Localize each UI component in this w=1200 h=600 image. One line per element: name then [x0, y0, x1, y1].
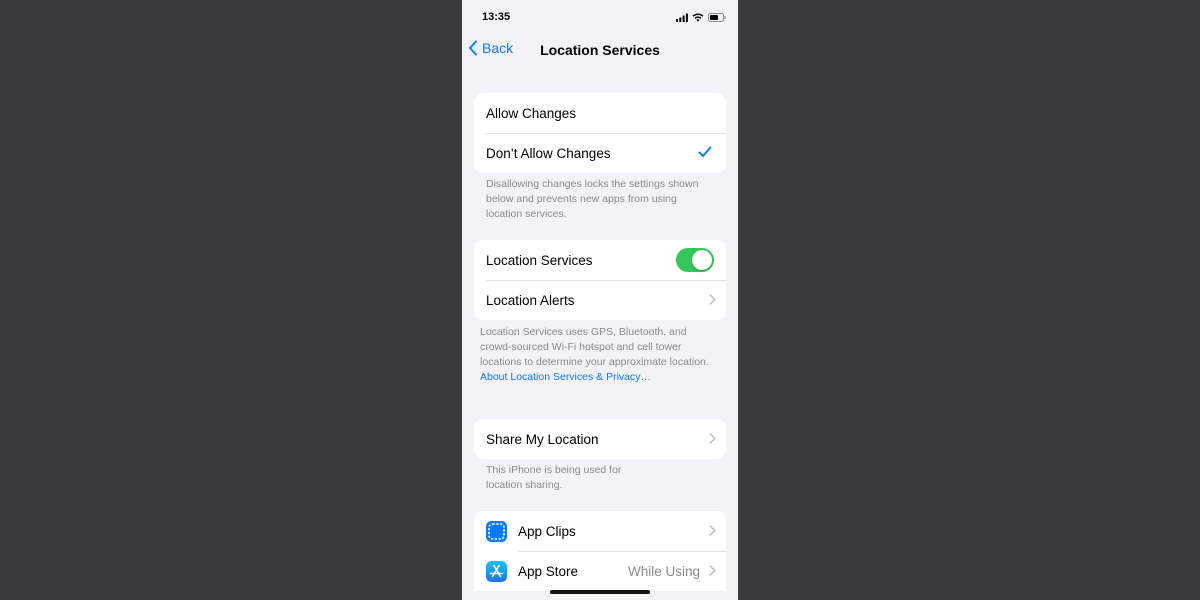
location-alerts-row[interactable]: Location Alerts — [474, 280, 726, 320]
status-bar: 13:35 — [462, 0, 738, 32]
dont-allow-changes-option[interactable]: Don’t Allow Changes — [474, 133, 726, 173]
home-indicator[interactable] — [550, 590, 650, 594]
share-footer: This iPhone is being used for location s… — [486, 464, 622, 491]
changes-group: Allow Changes Don’t Allow Changes — [474, 93, 726, 173]
apps-group: App Clips App Store While Using — [474, 511, 726, 591]
location-alerts-label: Location Alerts — [486, 292, 575, 308]
app-clips-label: App Clips — [518, 523, 576, 539]
location-services-row: Location Services — [474, 240, 726, 280]
chevron-right-icon — [709, 294, 716, 305]
location-services-toggle[interactable] — [676, 248, 714, 272]
location-group: Location Services Location Alerts — [474, 240, 726, 320]
share-group: Share My Location — [474, 419, 726, 459]
checkmark-icon — [698, 146, 712, 157]
wifi-icon — [692, 13, 704, 22]
app-store-permission: While Using — [627, 563, 700, 579]
allow-changes-label: Allow Changes — [486, 105, 577, 121]
app-store-icon — [486, 561, 507, 582]
navigation-bar: Back Location Services — [462, 36, 738, 66]
toggle-knob — [692, 250, 712, 270]
chevron-right-icon — [709, 525, 716, 536]
chevron-right-icon — [709, 433, 716, 444]
chevron-right-icon — [709, 565, 716, 576]
battery-icon — [708, 12, 726, 22]
app-store-label: App Store — [518, 563, 579, 579]
share-my-location-label: Share My Location — [486, 431, 599, 447]
status-time: 13:35 — [482, 11, 511, 23]
signal-icon — [676, 13, 688, 22]
phone-screen: 13:35 Back Location Services Allow Chang… — [462, 0, 738, 600]
changes-footer: Disallowing changes locks the settings s… — [486, 178, 699, 220]
status-icons — [676, 11, 726, 23]
app-clips-icon — [486, 521, 507, 542]
page-title: Location Services — [540, 42, 660, 58]
location-privacy-link[interactable]: About Location Services & Privacy… — [480, 371, 651, 383]
app-row-app-clips[interactable]: App Clips — [474, 511, 726, 551]
allow-changes-option[interactable]: Allow Changes — [474, 93, 726, 133]
location-footer: Location Services uses GPS, Bluetooth, a… — [480, 325, 716, 385]
location-footer-text: Location Services uses GPS, Bluetooth, a… — [480, 326, 709, 368]
dont-allow-changes-label: Don’t Allow Changes — [486, 145, 611, 161]
share-my-location-row[interactable]: Share My Location — [474, 419, 726, 459]
app-row-app-store[interactable]: App Store While Using — [474, 551, 726, 591]
